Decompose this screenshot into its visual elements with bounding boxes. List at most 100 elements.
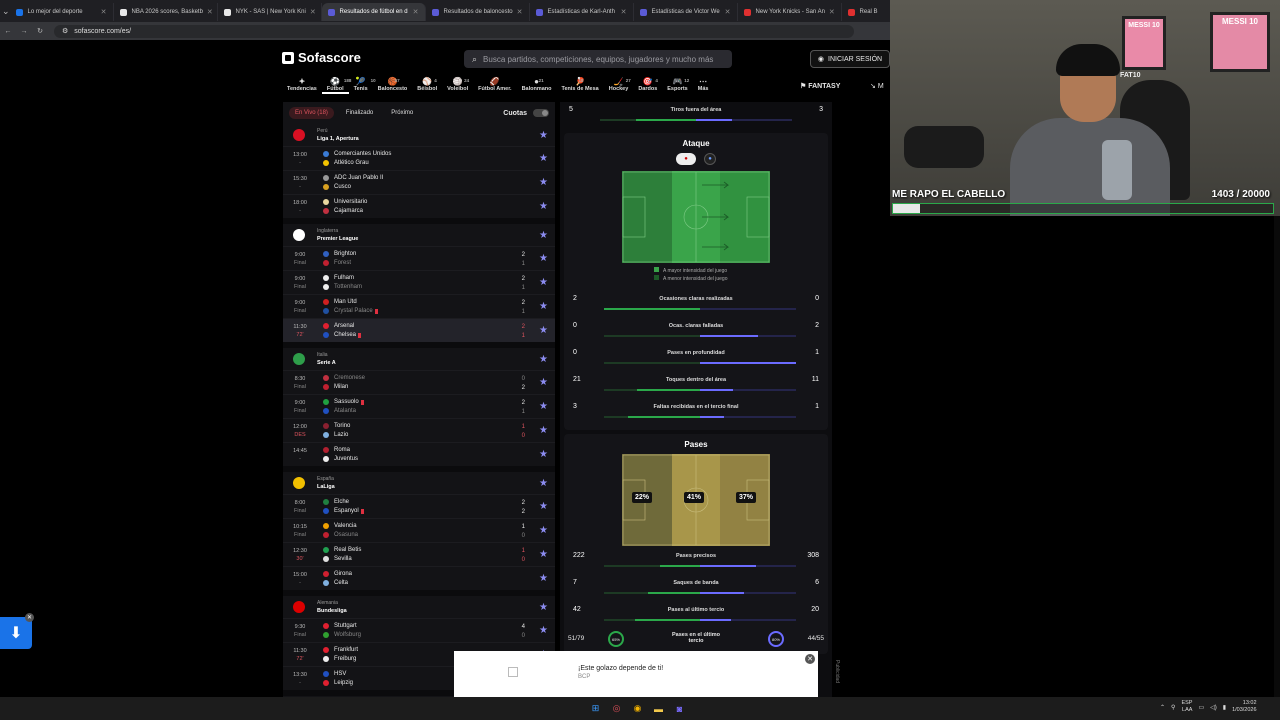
- match-row[interactable]: 15:30- ADC Juan Pablo II Cusco ★: [283, 170, 555, 194]
- league-header[interactable]: Inglaterra Premier League ★: [283, 224, 555, 246]
- favorite-star-icon[interactable]: ★: [539, 573, 548, 584]
- favorite-star-icon[interactable]: ★: [539, 201, 548, 212]
- favorite-star-icon[interactable]: ★: [539, 277, 548, 288]
- sofascore-logo[interactable]: Sofascore: [282, 50, 361, 65]
- match-row[interactable]: 12:30 30' Real Betis Sevilla 1 0 ★: [283, 542, 555, 566]
- clock[interactable]: 13:02 1/03/2026: [1232, 700, 1256, 714]
- league-header[interactable]: Italia Serie A ★: [283, 348, 555, 370]
- odds-switch[interactable]: [533, 109, 549, 117]
- sport-tab[interactable]: ⚽ 188 Fútbol: [321, 77, 351, 94]
- match-row[interactable]: 9:00 Final Man Utd Crystal Palace 2 1 ★: [283, 294, 555, 318]
- league-header[interactable]: España LaLiga ★: [283, 472, 555, 494]
- favorite-star-icon[interactable]: ★: [539, 401, 548, 412]
- match-row[interactable]: 13:00- Comerciantes Unidos Atlético Grau ★: [283, 146, 555, 170]
- back-icon[interactable]: ←: [0, 28, 16, 35]
- fantasy-link[interactable]: ⚑ FANTASY: [800, 82, 840, 90]
- monitor-icon[interactable]: ▭: [1198, 704, 1204, 711]
- opera-gx-icon[interactable]: ◎: [609, 701, 624, 716]
- favorite-star-icon[interactable]: ★: [539, 602, 548, 613]
- page-scrollbar[interactable]: [1274, 216, 1280, 697]
- favorite-star-icon[interactable]: ★: [539, 449, 548, 460]
- more-link[interactable]: ↘ M: [870, 82, 884, 90]
- favorite-star-icon[interactable]: ★: [539, 425, 548, 436]
- browser-tab[interactable]: Estadísticas de Karl-Anth ✕: [530, 3, 634, 21]
- download-close-icon[interactable]: ✕: [25, 613, 34, 622]
- sport-tab[interactable]: ✦ Tendencias: [282, 77, 322, 94]
- sport-tab[interactable]: ⋯ Más: [693, 77, 714, 94]
- tab-close-icon[interactable]: ✕: [409, 8, 419, 16]
- sport-tab[interactable]: 🏒 27 Hockey: [604, 77, 634, 94]
- ad-close-icon[interactable]: ✕: [805, 654, 815, 664]
- chelsea-crest-icon[interactable]: ●: [704, 153, 716, 165]
- favorite-star-icon[interactable]: ★: [539, 230, 548, 241]
- browser-tab[interactable]: NBA 2026 scores, Basketb ✕: [114, 3, 218, 21]
- browser-tab[interactable]: Resultados de fútbol en d ✕: [321, 3, 426, 21]
- favorite-star-icon[interactable]: ★: [539, 625, 548, 636]
- reload-icon[interactable]: ↻: [32, 27, 48, 35]
- tab-live[interactable]: En Vivo (18): [289, 107, 334, 119]
- favorite-star-icon[interactable]: ★: [539, 501, 548, 512]
- favorite-star-icon[interactable]: ★: [539, 354, 548, 365]
- match-row[interactable]: 14:45- Roma Juventus ★: [283, 442, 555, 466]
- match-row[interactable]: 11:30 72' Arsenal Chelsea 2 1 ★: [283, 318, 555, 342]
- match-row[interactable]: 8:30 Final Cremonese Milan 0 2 ★: [283, 370, 555, 394]
- search-input[interactable]: ⌕ Busca partidos, competiciones, equipos,…: [464, 50, 732, 68]
- favorite-star-icon[interactable]: ★: [539, 301, 548, 312]
- sport-tab[interactable]: 🎮 12 Esports: [662, 77, 692, 94]
- match-row[interactable]: 8:00 Final Elche Espanyol 2 2 ★: [283, 494, 555, 518]
- language-indicator[interactable]: ESP LAA: [1181, 700, 1192, 714]
- tab-finished[interactable]: Finalizado: [340, 107, 379, 119]
- favorite-star-icon[interactable]: ★: [539, 525, 548, 536]
- match-row[interactable]: 12:00 DES Torino Lazio 1 0 ★: [283, 418, 555, 442]
- favorite-star-icon[interactable]: ★: [539, 153, 548, 164]
- sport-tab[interactable]: 🏈 Fútbol Amer.: [473, 77, 516, 94]
- match-row[interactable]: 9:00 Final Brighton Forest 2 1 ★: [283, 246, 555, 270]
- match-row[interactable]: 10:15 Final Valencia Osasuna 1 0 ★: [283, 518, 555, 542]
- arsenal-crest-icon[interactable]: ●: [676, 153, 696, 165]
- favorite-star-icon[interactable]: ★: [539, 549, 548, 560]
- file-explorer-icon[interactable]: ▬: [651, 701, 666, 716]
- sport-tab[interactable]: ⚾ 4 Béisbol: [412, 77, 442, 94]
- favorite-star-icon[interactable]: ★: [539, 478, 548, 489]
- match-row[interactable]: 18:00- Universitario Cajamarca ★: [283, 194, 555, 218]
- forward-icon[interactable]: →: [16, 28, 32, 35]
- tab-close-icon[interactable]: ✕: [825, 8, 835, 16]
- url-field[interactable]: ⚙ sofascore.com/es/: [54, 24, 854, 38]
- browser-tab[interactable]: NYK - SAS | New York Kni ✕: [218, 3, 322, 21]
- league-header[interactable]: Perú Liga 1, Apertura ★: [283, 124, 555, 146]
- tab-close-icon[interactable]: ✕: [97, 8, 107, 16]
- league-header[interactable]: Alemania Bundesliga ★: [283, 596, 555, 618]
- browser-tab[interactable]: Resultados de baloncesto ✕: [426, 3, 530, 21]
- ad-banner[interactable]: ¡Este golazo depende de ti! BCP ✕: [454, 651, 818, 697]
- discord-icon[interactable]: ◙: [672, 701, 687, 716]
- browser-tab[interactable]: Estadísticas de Victor We ✕: [634, 3, 738, 21]
- tab-close-icon[interactable]: ✕: [306, 8, 316, 16]
- login-button[interactable]: ◉ INICIAR SESIÓN: [810, 50, 890, 68]
- sport-tab[interactable]: ● 21 Balonmano: [517, 77, 557, 94]
- tab-upcoming[interactable]: Próximo: [385, 107, 419, 119]
- favorite-star-icon[interactable]: ★: [539, 130, 548, 141]
- site-info-icon[interactable]: ⚙: [62, 27, 68, 35]
- tab-close-icon[interactable]: ✕: [617, 8, 627, 16]
- windows-start-icon[interactable]: ⊞: [588, 701, 603, 716]
- tab-close-icon[interactable]: ✕: [721, 8, 731, 16]
- favorite-star-icon[interactable]: ★: [539, 253, 548, 264]
- match-row[interactable]: 9:00 Final Sassuolo Atalanta 2 1 ★: [283, 394, 555, 418]
- sport-tab[interactable]: 🏀 57 Baloncesto: [373, 77, 413, 94]
- favorite-star-icon[interactable]: ★: [539, 325, 548, 336]
- volume-icon[interactable]: ◁): [1210, 704, 1217, 711]
- chrome-icon[interactable]: ◉: [630, 701, 645, 716]
- browser-tab[interactable]: New York Knicks - San An ✕: [738, 3, 842, 21]
- match-row[interactable]: 15:00- Girona Celta ★: [283, 566, 555, 590]
- sport-tab[interactable]: 🏐 24 Voleibol: [442, 77, 473, 94]
- browser-tab[interactable]: Lo mejor del deporte ✕: [10, 3, 114, 21]
- tab-close-icon[interactable]: ✕: [203, 8, 213, 16]
- mic-tray-icon[interactable]: ⚲: [1171, 704, 1175, 711]
- sport-tab[interactable]: 🎾 10 Tenis: [349, 77, 376, 94]
- odds-toggle[interactable]: Cuotas: [503, 109, 549, 117]
- sport-tab[interactable]: 🎯 4 Dardos: [633, 77, 662, 94]
- sport-tab[interactable]: 🏓 18 Tenis de Mesa: [557, 77, 604, 94]
- tab-close-icon[interactable]: ✕: [513, 8, 523, 16]
- match-row[interactable]: 9:00 Final Fulham Tottenham 2 1 ★: [283, 270, 555, 294]
- battery-icon[interactable]: ▮: [1223, 704, 1226, 711]
